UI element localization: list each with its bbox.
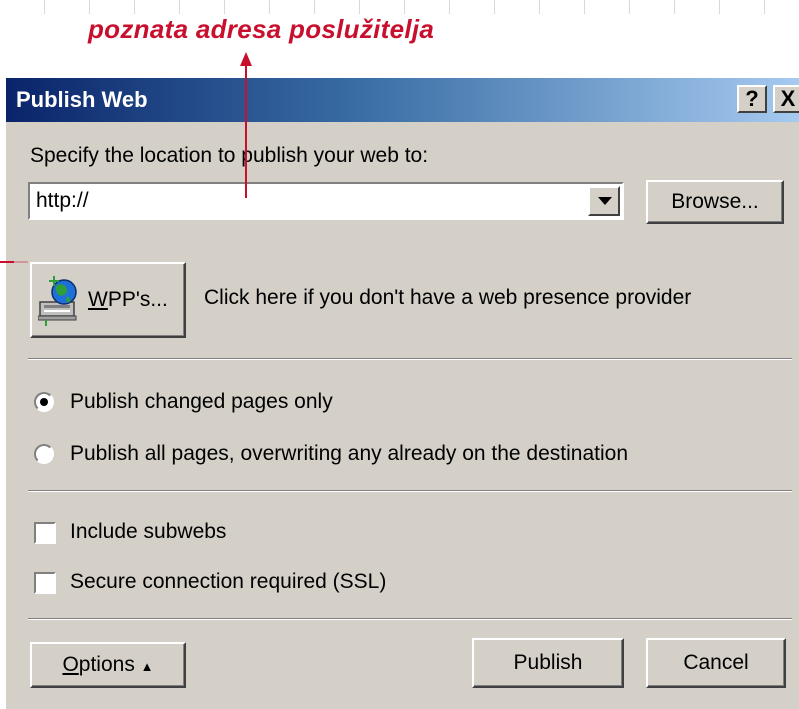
include-subwebs-label[interactable]: Include subwebs: [70, 520, 226, 544]
close-button[interactable]: X: [773, 85, 799, 113]
title-bar[interactable]: Publish Web ? X: [6, 78, 799, 122]
globe-computer-icon: [38, 276, 77, 326]
help-button[interactable]: ?: [737, 85, 767, 113]
separator: [28, 490, 792, 492]
separator: [28, 618, 792, 620]
annotation-arrow-head: [240, 52, 252, 66]
browse-button[interactable]: Browse...: [646, 180, 784, 224]
dialog-title: Publish Web: [16, 87, 148, 112]
ssl-label[interactable]: Secure connection required (SSL): [70, 570, 386, 594]
options-button[interactable]: Options ▲: [30, 642, 186, 688]
chevron-down-icon: [598, 197, 612, 205]
wpp-description: Click here if you don't have a web prese…: [204, 286, 692, 309]
radio-selected-dot: [40, 398, 48, 406]
annotation-label: poznata adresa poslužitelja: [88, 14, 435, 44]
url-combobox[interactable]: [28, 182, 624, 220]
radio-changed-pages-label[interactable]: Publish changed pages only: [70, 390, 333, 414]
expand-arrow-icon: ▲: [140, 659, 154, 674]
radio-all-pages-label[interactable]: Publish all pages, overwriting any alrea…: [70, 442, 628, 466]
separator: [28, 358, 792, 360]
url-dropdown-button[interactable]: [588, 186, 620, 216]
cancel-button[interactable]: Cancel: [646, 638, 786, 688]
options-button-label: Options ▲: [62, 653, 154, 676]
include-subwebs-checkbox[interactable]: [34, 522, 56, 544]
wpp-button-label: WPP's...: [88, 288, 168, 311]
ssl-checkbox[interactable]: [34, 572, 56, 594]
radio-all-pages[interactable]: [34, 444, 54, 464]
publish-button[interactable]: Publish: [472, 638, 624, 688]
top-guide-lines: [0, 0, 799, 14]
location-label: Specify the location to publish your web…: [30, 144, 429, 167]
url-input[interactable]: [36, 188, 576, 214]
publish-web-dialog: Publish Web ? X Specify the location to …: [4, 76, 799, 709]
wpp-button[interactable]: WPP's...: [30, 262, 186, 338]
radio-changed-pages[interactable]: [34, 392, 54, 412]
